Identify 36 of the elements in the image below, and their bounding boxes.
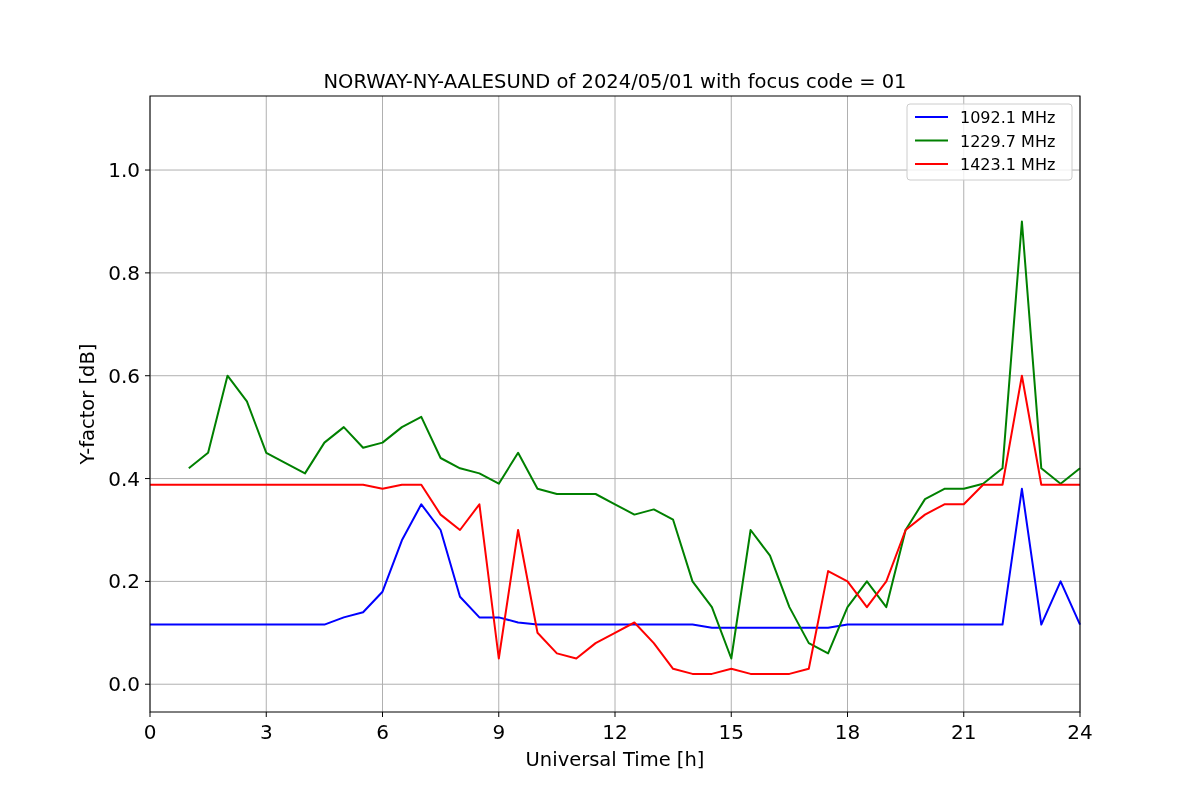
legend-label: 1092.1 MHz: [960, 108, 1056, 127]
x-tick-label: 15: [718, 720, 744, 744]
tick-mark: [265, 711, 267, 718]
x-tick-label: 18: [834, 720, 861, 744]
tick-mark: [144, 272, 151, 274]
tick-mark: [149, 711, 151, 718]
tick-mark: [144, 375, 151, 377]
y-tick-label: 0.2: [108, 569, 140, 594]
x-tick-label: 12: [602, 720, 628, 744]
x-tick-label: 21: [951, 720, 977, 744]
y-axis-label: Y-factor [dB]: [76, 343, 99, 465]
x-tick-label: 9: [492, 720, 506, 744]
legend-label: 1229.7 MHz: [960, 131, 1056, 151]
y-tick-label: 0.4: [108, 466, 140, 491]
tick-mark: [614, 711, 616, 718]
x-axis-label: Universal Time [h]: [525, 748, 705, 771]
tick-mark: [847, 711, 848, 718]
y-tick-label: 1.0: [108, 158, 140, 183]
chart-title: NORWAY-NY-AALESUND of 2024/05/01 with focus code = 01: [323, 70, 907, 93]
legend-label: 1423.1 MHz: [960, 155, 1056, 174]
tick-mark: [144, 169, 151, 171]
tick-mark: [144, 580, 151, 582]
x-tick-label: 24: [1067, 720, 1093, 744]
tick-mark: [1079, 711, 1081, 718]
x-tick-label: 3: [259, 720, 273, 744]
tick-mark: [963, 711, 965, 718]
y-tick-label: 0.0: [108, 672, 140, 697]
tick-mark: [382, 711, 383, 718]
y-tick-label: 0.6: [108, 363, 140, 388]
tick-mark: [144, 683, 151, 685]
tick-mark: [498, 711, 500, 718]
tick-mark: [730, 711, 732, 718]
x-tick-label: 6: [376, 720, 389, 744]
x-tick-label: 0: [143, 720, 157, 744]
tick-mark: [144, 478, 151, 480]
y-tick-label: 0.8: [108, 260, 140, 285]
